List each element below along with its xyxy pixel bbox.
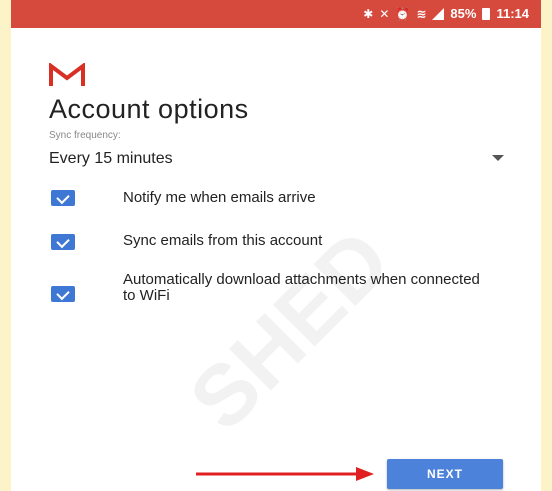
status-bar: ✱ ✕ ⏰ ≋ 85% 11:14 [11,0,541,28]
phone-screen: ✱ ✕ ⏰ ≋ 85% 11:14 Account options Sync f… [11,0,541,491]
sync-frequency-value: Every 15 minutes [49,150,173,167]
bluetooth-icon: ✱ [363,6,374,21]
sync-emails-label: Sync emails from this account [123,232,323,249]
auto-download-label: Automatically download attachments when … [123,271,480,304]
status-icons: ✱ ✕ ⏰ ≋ 85% 11:14 [363,6,529,21]
notify-checkbox[interactable] [51,190,75,206]
sync-frequency-label: Sync frequency: [49,130,121,141]
signal-icon [432,7,445,20]
auto-download-checkbox[interactable] [51,286,75,302]
next-button[interactable]: NEXT [387,459,503,489]
dropdown-arrow-icon [492,155,504,161]
battery-icon [482,7,491,20]
clock: 11:14 [496,6,529,21]
gmail-logo-icon [49,63,85,86]
sync-emails-checkbox[interactable] [51,234,75,250]
wifi-icon: ≋ [416,6,427,21]
page-title: Account options [49,94,249,124]
alarm-icon: ⏰ [395,6,411,21]
notify-label: Notify me when emails arrive [123,189,316,206]
mute-icon: ✕ [379,6,390,21]
sync-frequency-dropdown[interactable]: Every 15 minutes [49,146,504,172]
battery-percent: 85% [450,6,477,21]
annotation-arrow-icon [196,467,374,481]
